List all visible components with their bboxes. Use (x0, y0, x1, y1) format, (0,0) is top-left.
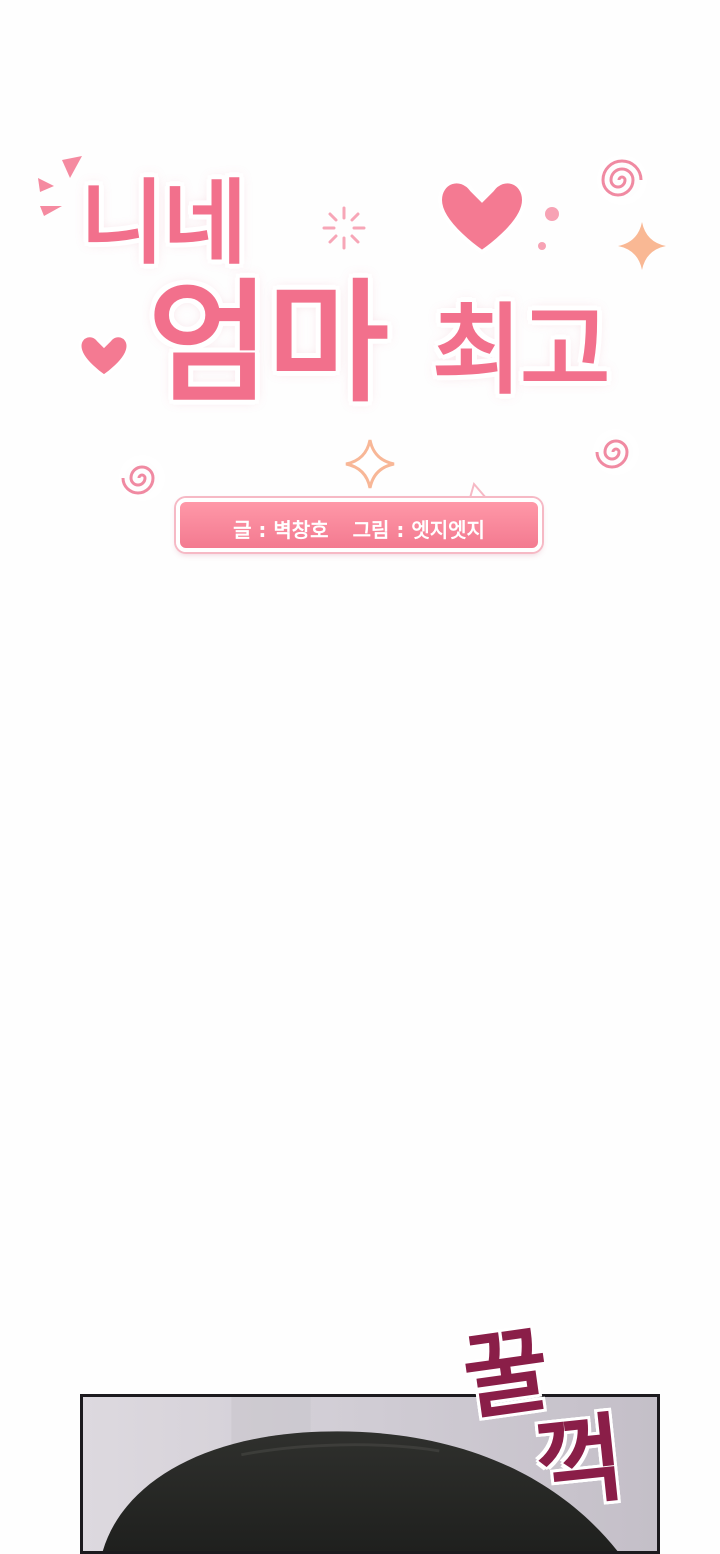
spiral-icon (119, 455, 165, 501)
spiral-icon (593, 429, 639, 475)
sparkle-icon (618, 222, 666, 270)
dot-icon (538, 242, 546, 250)
heart-icon (437, 179, 527, 255)
sound-effect: 꿀 꺽 (456, 1315, 656, 1538)
speech-tail (468, 481, 489, 499)
artist-credit: 그림 : 엣지엣지 (352, 518, 485, 542)
credits-text: 글 : 벽창호 그림 : 엣지엣지 (180, 514, 538, 543)
heart-icon (78, 334, 130, 378)
spiral-icon (597, 155, 647, 205)
dot-icon (545, 207, 559, 221)
burst-icon (322, 206, 366, 250)
sparkle-outline-icon (345, 439, 395, 489)
title-line-3: 최고 (432, 294, 610, 408)
sparkle-triangle (62, 156, 82, 178)
webtoon-page: 니네 엄마 최고 글 : 벽창호 그림 : 엣지엣지 꿀 꺽 (0, 0, 720, 1554)
sparkle-triangle (40, 206, 62, 216)
sparkle-triangle (38, 178, 54, 192)
writer-credit: 글 : 벽창호 (233, 518, 329, 542)
title-line-2: 엄마 (148, 267, 389, 421)
credits-banner: 글 : 벽창호 그림 : 엣지엣지 (176, 498, 542, 552)
sfx-char-bottom: 꺽 (530, 1400, 630, 1523)
title-line-1: 니네 (80, 170, 247, 277)
